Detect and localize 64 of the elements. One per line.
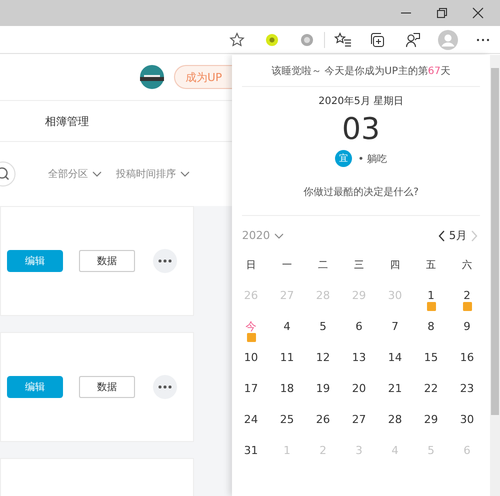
tab[interactable]: 相簿管理 (45, 114, 89, 128)
avatar-icon[interactable] (140, 65, 164, 89)
chevron-icon (274, 232, 284, 238)
calendar-day[interactable]: 16 (460, 351, 474, 364)
calendar-day[interactable]: 4 (284, 320, 290, 333)
restore-icon (436, 7, 448, 19)
extension-icon[interactable] (264, 32, 280, 48)
weekday-label: 四 (389, 258, 401, 272)
filter-dropdown[interactable]: 投稿时间排序 (116, 167, 190, 181)
calendar-day[interactable]: 14 (388, 351, 402, 364)
calendar-day[interactable]: 10 (244, 351, 258, 364)
close-icon (472, 7, 484, 19)
calendar-day[interactable]: 9 (464, 320, 470, 333)
calendar-day[interactable]: 15 (424, 351, 438, 364)
feedback-icon[interactable] (404, 32, 420, 48)
scrollbar[interactable] (490, 55, 500, 496)
calendar-day[interactable]: 23 (460, 382, 474, 395)
calendar-day[interactable]: 2 (464, 289, 470, 302)
calendar-day[interactable]: 19 (316, 382, 330, 395)
calendar-day[interactable]: 26 (316, 413, 330, 426)
chevron-icon (92, 171, 102, 177)
calendar-day[interactable]: 27 (352, 413, 366, 426)
weekday-label: 二 (317, 258, 329, 272)
calendar-day[interactable]: 18 (280, 382, 294, 395)
weekday-label: 一 (281, 258, 293, 272)
calendar-day[interactable]: 8 (428, 320, 434, 333)
question-text: 你做过最酷的决定是什么? (303, 186, 419, 199)
calendar-day[interactable]: 7 (392, 320, 398, 333)
calendar-day[interactable]: 30 (460, 413, 474, 426)
favorites-icon[interactable] (334, 32, 352, 48)
calendar-day[interactable]: 5 (320, 320, 326, 333)
calendar-day[interactable]: 21 (388, 382, 402, 395)
filter-dropdown[interactable]: 全部分区 (48, 167, 102, 181)
chevron-icon (180, 171, 190, 177)
calendar-day[interactable]: 20 (352, 382, 366, 395)
weekday-label: 三 (353, 258, 365, 272)
yi-badge: 宜 (334, 150, 352, 167)
weekday-label: 日 (245, 258, 257, 272)
data-button[interactable]: 数据 (79, 376, 135, 398)
calendar-day[interactable]: 13 (352, 351, 366, 364)
data-button[interactable]: 数据 (79, 250, 135, 272)
yi-text: • 躺吃 (358, 152, 388, 166)
month-label: 5月 (449, 228, 467, 243)
calendar-day[interactable]: 11 (280, 351, 294, 364)
date-text: 2020年5月 星期日 (318, 94, 404, 108)
calendar-day[interactable]: 29 (424, 413, 438, 426)
calendar-day[interactable]: 28 (388, 413, 402, 426)
calendar-day[interactable]: 25 (280, 413, 294, 426)
day-number: 03 (342, 112, 380, 148)
star-icon[interactable] (228, 32, 244, 48)
calendar-day[interactable]: 22 (424, 382, 438, 395)
weekday-label: 五 (425, 258, 437, 272)
weekday-label: 六 (461, 258, 473, 272)
greeting-text: 该睡觉啦～ 今天是你成为UP主的第67天 (242, 55, 480, 87)
calendar-day[interactable]: 31 (244, 444, 258, 457)
calendar-day[interactable]: 24 (244, 413, 258, 426)
calendar-day[interactable]: 1 (428, 289, 434, 302)
more-icon[interactable] (153, 375, 177, 399)
calendar-day[interactable]: 6 (356, 320, 362, 333)
calendar-day[interactable]: 12 (316, 351, 330, 364)
more-icon[interactable] (153, 249, 177, 273)
calendar-day[interactable]: 17 (244, 382, 258, 395)
previous-icon[interactable] (438, 230, 446, 242)
collections-icon[interactable] (370, 32, 386, 48)
